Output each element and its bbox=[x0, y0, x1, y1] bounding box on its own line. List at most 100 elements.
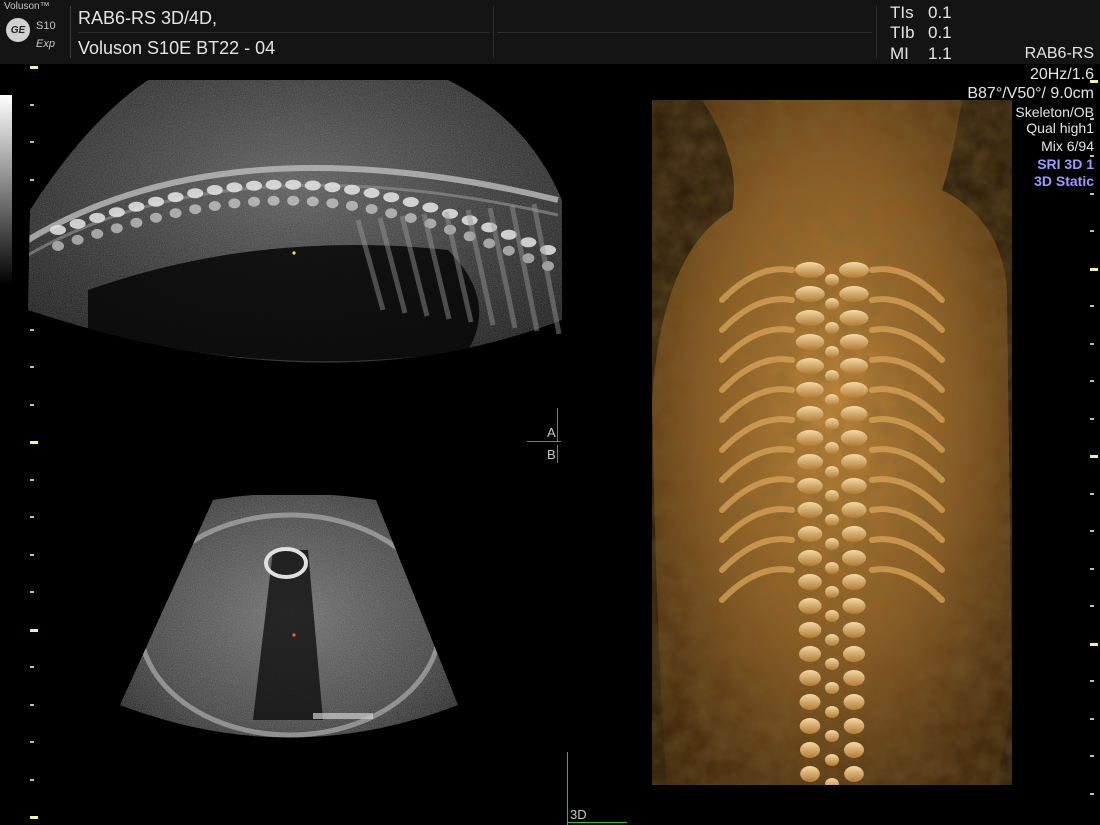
tib-label: TIb bbox=[890, 23, 915, 42]
vertebra-3d bbox=[795, 334, 825, 350]
vertebra-echo bbox=[285, 179, 302, 190]
render-marker-line bbox=[567, 752, 568, 825]
vertebra-echo bbox=[402, 197, 419, 207]
vertebra-3d bbox=[839, 262, 869, 278]
spinous-process-3d bbox=[825, 370, 839, 382]
scale-tick bbox=[30, 553, 34, 556]
vertebra-3d bbox=[797, 526, 823, 542]
ge-logo-icon: GE bbox=[6, 18, 30, 42]
vertebra-3d bbox=[843, 646, 865, 662]
vertebra-echo bbox=[265, 179, 282, 190]
render-3d-label: 3D bbox=[570, 807, 587, 822]
vertebra-3d bbox=[843, 670, 865, 686]
spinous-process-3d bbox=[825, 562, 839, 574]
vertebra-3d bbox=[798, 550, 822, 566]
header-separator bbox=[78, 32, 490, 33]
vertebra-echo bbox=[324, 182, 341, 193]
scale-tick-major bbox=[30, 66, 38, 69]
preset-name: Skeleton/OB bbox=[1015, 104, 1094, 120]
vertebra-3d bbox=[799, 646, 821, 662]
spinous-process-3d bbox=[825, 274, 839, 286]
probe-name: RAB6-RS bbox=[1024, 45, 1094, 62]
vertebra-echo bbox=[344, 184, 360, 195]
brand-exp: Exp bbox=[36, 38, 55, 50]
vertebra-echo bbox=[346, 200, 358, 211]
scale-tick-major bbox=[30, 441, 38, 444]
scale-tick bbox=[1090, 680, 1094, 682]
vertebra-3d bbox=[841, 478, 867, 494]
scale-tick bbox=[1090, 305, 1094, 307]
scale-tick bbox=[1090, 155, 1094, 157]
spinous-process-3d bbox=[825, 586, 839, 598]
spinous-process-3d bbox=[825, 634, 839, 646]
vertebra-echo bbox=[246, 180, 262, 191]
vertebra-3d bbox=[796, 358, 824, 374]
plane-divider bbox=[527, 441, 561, 442]
vertebra-echo bbox=[148, 196, 164, 207]
vertebra-echo bbox=[383, 192, 400, 203]
render-3d-view[interactable] bbox=[652, 100, 1012, 785]
scale-tick bbox=[30, 516, 34, 518]
scale-tick bbox=[30, 403, 34, 406]
vertebra-3d bbox=[842, 574, 866, 590]
vertebra-3d bbox=[842, 598, 866, 614]
scale-tick bbox=[1090, 567, 1094, 570]
brand-model: S10 bbox=[36, 20, 56, 32]
crosshair-dot bbox=[292, 251, 296, 255]
spinous-process-3d bbox=[825, 418, 839, 430]
spinous-process-3d bbox=[825, 658, 839, 670]
spinous-process-3d bbox=[825, 442, 839, 454]
vertebra-3d bbox=[798, 574, 822, 590]
vertebra-3d bbox=[796, 430, 824, 446]
vertebra-echo bbox=[306, 196, 319, 207]
brand-block: Voluson™ GE S10 Exp bbox=[0, 0, 66, 64]
vertebra-3d bbox=[840, 358, 868, 374]
vertebra-3d bbox=[799, 718, 821, 734]
vertebra-echo bbox=[169, 208, 182, 219]
vertebra-3d bbox=[842, 550, 866, 566]
vertebra-echo bbox=[385, 208, 398, 219]
vertebra-3d bbox=[844, 766, 864, 782]
scale-tick bbox=[30, 741, 34, 743]
quality-setting: Qual high1 bbox=[1026, 120, 1094, 136]
vertebra-3d bbox=[843, 718, 865, 734]
scale-tick-major bbox=[30, 816, 38, 819]
vertebra-echo bbox=[365, 204, 378, 214]
scale-tick bbox=[30, 703, 34, 706]
vertebra-echo bbox=[110, 223, 123, 234]
vertebra-3d bbox=[796, 406, 824, 422]
crosshair-dot bbox=[292, 633, 296, 637]
patient-line-2: Voluson S10E BT22 - 04 bbox=[78, 38, 276, 58]
vertebra-3d bbox=[800, 742, 820, 758]
spinous-process-3d bbox=[825, 490, 839, 502]
mi-value: 1.1 bbox=[928, 44, 952, 63]
tis-label: TIs bbox=[890, 3, 914, 22]
vertebra-echo bbox=[128, 201, 145, 212]
vertebra-echo bbox=[248, 196, 260, 207]
vertebra-3d bbox=[840, 430, 868, 446]
tis-value: 0.1 bbox=[928, 3, 952, 22]
vertebra-3d bbox=[795, 286, 825, 302]
spinous-process-3d bbox=[825, 706, 839, 718]
vertebra-echo bbox=[287, 195, 300, 206]
vertebra-echo bbox=[208, 201, 221, 211]
scale-tick-major bbox=[1090, 80, 1098, 83]
vertebra-3d bbox=[844, 742, 864, 758]
plane-b-view[interactable] bbox=[118, 495, 463, 760]
scale-tick bbox=[1090, 717, 1094, 720]
vertebra-3d bbox=[800, 766, 820, 782]
brand-name: Voluson™ bbox=[4, 1, 50, 12]
vertebra-echo bbox=[50, 225, 66, 235]
scale-tick bbox=[30, 478, 34, 481]
scale-tick bbox=[30, 666, 34, 668]
plane-a-view[interactable] bbox=[28, 80, 564, 380]
plane-a-label: A bbox=[547, 425, 556, 440]
scale-tick bbox=[30, 778, 34, 781]
vertebra-echo bbox=[404, 213, 417, 223]
patient-line-1: RAB6-RS 3D/4D, bbox=[78, 8, 218, 28]
vertebra-echo bbox=[150, 212, 162, 223]
header-divider bbox=[876, 6, 877, 58]
vertebra-echo bbox=[167, 192, 184, 203]
vertebra-echo bbox=[226, 182, 243, 193]
header-separator bbox=[497, 32, 872, 33]
